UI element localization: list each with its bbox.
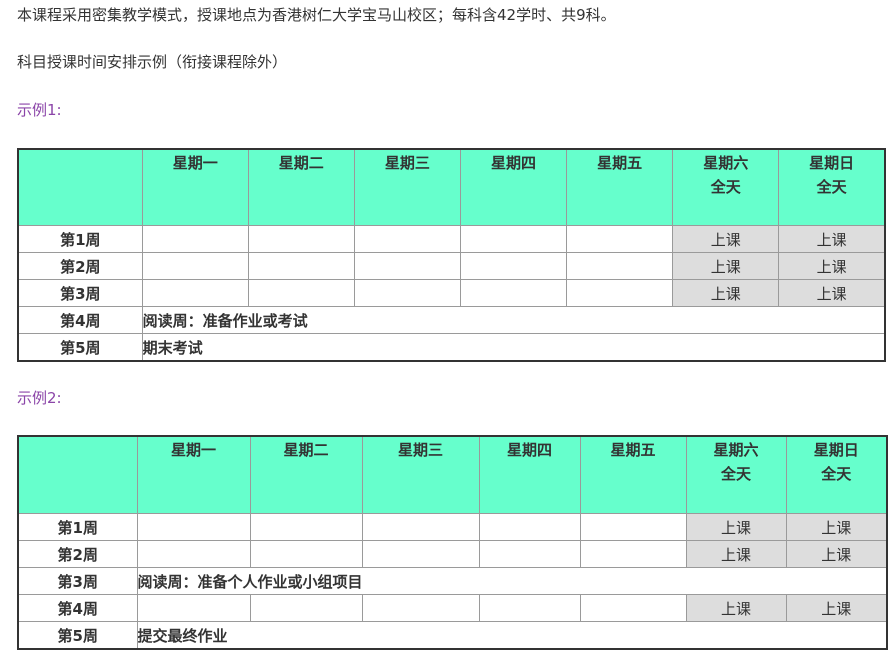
week-note: 期末考试 xyxy=(141,333,886,362)
empty-cell xyxy=(579,594,687,622)
week-label: 第5周 xyxy=(17,333,143,362)
page: 本课程采用密集教学模式，授课地点为香港树仁大学宝马山校区；每科含42学时、共9科… xyxy=(0,0,895,661)
table-row: 第2周 上课 上课 xyxy=(17,540,888,568)
header-sun: 星期日 全天 xyxy=(785,435,888,514)
table-row: 第5周 期末考试 xyxy=(17,333,886,362)
class-cell-sat: 上课 xyxy=(672,279,780,307)
empty-cell xyxy=(353,279,461,307)
header-sat: 星期六 全天 xyxy=(672,148,780,226)
header-fri: 星期五 xyxy=(566,148,674,226)
header-corner xyxy=(17,148,143,226)
week-note: 提交最终作业 xyxy=(136,621,888,650)
header-tue: 星期二 xyxy=(249,435,363,514)
table-row: 第3周 上课 上课 xyxy=(17,279,886,307)
class-cell-sun: 上课 xyxy=(785,513,888,541)
table-row: 第2周 上课 上课 xyxy=(17,252,886,280)
empty-cell xyxy=(353,225,461,253)
week-note: 阅读周：准备作业或考试 xyxy=(141,306,886,334)
header-sun: 星期日 全天 xyxy=(778,148,886,226)
table-row: 第4周 上课 上课 xyxy=(17,594,888,622)
class-cell-sat: 上课 xyxy=(685,513,787,541)
empty-cell xyxy=(247,225,355,253)
empty-cell xyxy=(141,252,249,280)
header-mon: 星期一 xyxy=(141,148,249,226)
intro-text: 本课程采用密集教学模式，授课地点为香港树仁大学宝马山校区；每科含42学时、共9科… xyxy=(17,6,616,24)
header-thu: 星期四 xyxy=(478,435,581,514)
table-row: 第4周 阅读周：准备作业或考试 xyxy=(17,306,886,334)
class-cell-sat: 上课 xyxy=(685,594,787,622)
empty-cell xyxy=(249,540,363,568)
empty-cell xyxy=(361,540,480,568)
empty-cell xyxy=(361,513,480,541)
empty-cell xyxy=(141,279,249,307)
week-label: 第2周 xyxy=(17,540,138,568)
empty-cell xyxy=(136,513,251,541)
week-label: 第1周 xyxy=(17,225,143,253)
empty-cell xyxy=(459,225,568,253)
header-thu: 星期四 xyxy=(459,148,568,226)
empty-cell xyxy=(566,252,674,280)
week-label: 第3周 xyxy=(17,567,138,595)
empty-cell xyxy=(566,279,674,307)
empty-cell xyxy=(136,594,251,622)
empty-cell xyxy=(459,279,568,307)
schedule-note: 科目授课时间安排示例（衔接课程除外） xyxy=(17,53,288,71)
empty-cell xyxy=(247,252,355,280)
empty-cell xyxy=(249,594,363,622)
table-header-row: 星期一 星期二 星期三 星期四 星期五 星期六 全天 星期日 全天 xyxy=(17,148,886,226)
week-label: 第3周 xyxy=(17,279,143,307)
empty-cell xyxy=(459,252,568,280)
empty-cell xyxy=(478,513,581,541)
week-label: 第4周 xyxy=(17,306,143,334)
header-sat: 星期六 全天 xyxy=(685,435,787,514)
empty-cell xyxy=(478,594,581,622)
header-tue: 星期二 xyxy=(247,148,355,226)
empty-cell xyxy=(566,225,674,253)
empty-cell xyxy=(361,594,480,622)
class-cell-sat: 上课 xyxy=(672,252,780,280)
header-corner xyxy=(17,435,138,514)
empty-cell xyxy=(579,513,687,541)
table-header-row: 星期一 星期二 星期三 星期四 星期五 星期六 全天 星期日 全天 xyxy=(17,435,888,514)
header-wed: 星期三 xyxy=(361,435,480,514)
empty-cell xyxy=(141,225,249,253)
class-cell-sun: 上课 xyxy=(778,252,886,280)
table-row: 第3周 阅读周：准备个人作业或小组项目 xyxy=(17,567,888,595)
class-cell-sun: 上课 xyxy=(778,225,886,253)
empty-cell xyxy=(247,279,355,307)
empty-cell xyxy=(478,540,581,568)
empty-cell xyxy=(249,513,363,541)
week-label: 第5周 xyxy=(17,621,138,650)
table-row: 第5周 提交最终作业 xyxy=(17,621,888,650)
week-label: 第1周 xyxy=(17,513,138,541)
example2-title: 示例2: xyxy=(17,389,62,407)
header-fri: 星期五 xyxy=(579,435,687,514)
class-cell-sat: 上课 xyxy=(685,540,787,568)
empty-cell xyxy=(353,252,461,280)
example1-table: 星期一 星期二 星期三 星期四 星期五 星期六 全天 星期日 全天 第1周 上课 上… xyxy=(17,148,886,362)
week-label: 第4周 xyxy=(17,594,138,622)
class-cell-sun: 上课 xyxy=(785,594,888,622)
class-cell-sat: 上课 xyxy=(672,225,780,253)
empty-cell xyxy=(136,540,251,568)
empty-cell xyxy=(579,540,687,568)
table-row: 第1周 上课 上课 xyxy=(17,225,886,253)
week-label: 第2周 xyxy=(17,252,143,280)
example1-title: 示例1: xyxy=(17,101,62,119)
header-wed: 星期三 xyxy=(353,148,461,226)
example2-table: 星期一 星期二 星期三 星期四 星期五 星期六 全天 星期日 全天 第1周 上课 上… xyxy=(17,435,888,650)
table-row: 第1周 上课 上课 xyxy=(17,513,888,541)
class-cell-sun: 上课 xyxy=(778,279,886,307)
week-note: 阅读周：准备个人作业或小组项目 xyxy=(136,567,888,595)
header-mon: 星期一 xyxy=(136,435,251,514)
class-cell-sun: 上课 xyxy=(785,540,888,568)
